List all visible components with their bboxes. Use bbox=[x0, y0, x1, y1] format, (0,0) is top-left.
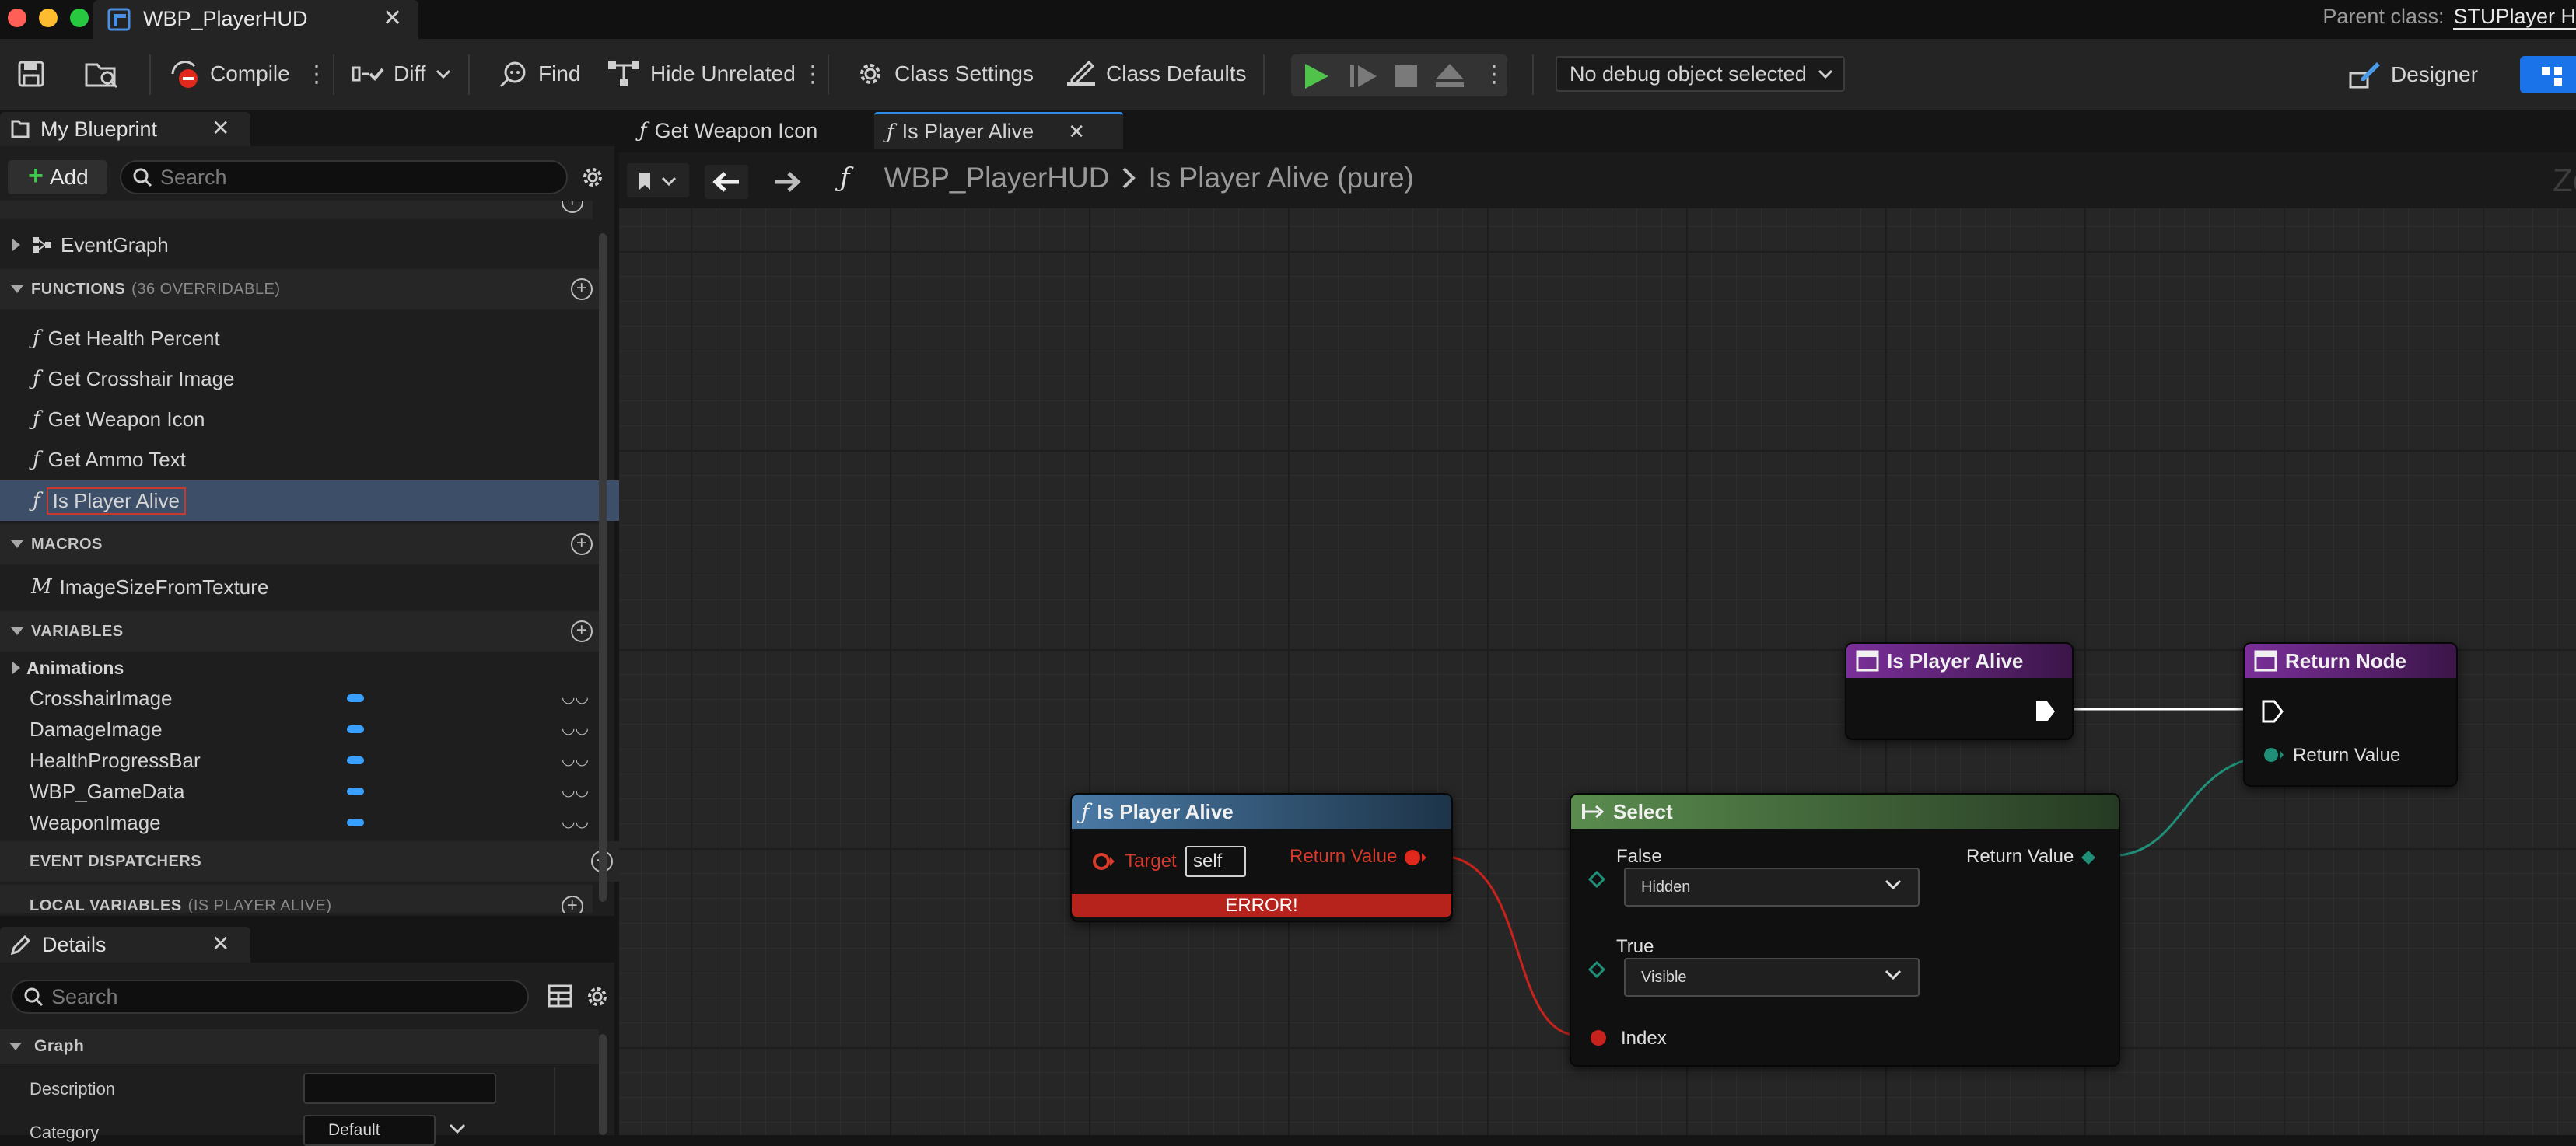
error-banner: ERROR! bbox=[1072, 894, 1451, 917]
node-header: Select bbox=[1571, 795, 2119, 829]
exec-output-pin[interactable] bbox=[2035, 700, 2056, 723]
return-value-input-pin[interactable] bbox=[2262, 746, 2285, 763]
false-input-pin[interactable] bbox=[1588, 871, 1605, 888]
chevron-down-icon bbox=[1885, 879, 1902, 890]
index-input-pin[interactable] bbox=[1588, 1028, 1608, 1048]
pin-label: Return Value bbox=[2293, 745, 2401, 766]
pin-label: Index bbox=[1621, 1028, 1667, 1049]
node-header: ƒ Is Player Alive bbox=[1072, 795, 1451, 829]
function-entry-icon bbox=[1856, 650, 1879, 672]
function-icon: ƒ bbox=[1081, 798, 1090, 825]
node-title: Return Node bbox=[2285, 648, 2406, 673]
chevron-down-icon bbox=[1885, 970, 1902, 980]
node-title: Is Player Alive bbox=[1097, 799, 1234, 823]
return-value-output-pin[interactable] bbox=[2080, 849, 2097, 866]
return-node-icon bbox=[2254, 650, 2277, 672]
select-node[interactable]: Select False Hidden True Visible Index R… bbox=[1570, 793, 2120, 1067]
target-value-field[interactable]: self bbox=[1185, 846, 1246, 877]
select-value: Visible bbox=[1641, 968, 1687, 986]
true-input-pin[interactable] bbox=[1588, 961, 1605, 978]
exec-input-pin[interactable] bbox=[2262, 700, 2284, 723]
function-entry-node[interactable]: Is Player Alive bbox=[1845, 642, 2074, 740]
pin-label: True bbox=[1616, 936, 1654, 957]
return-node[interactable]: Return Node Return Value bbox=[2243, 642, 2458, 787]
select-icon bbox=[1582, 804, 1605, 819]
function-call-node[interactable]: ƒ Is Player Alive Target self Return Val… bbox=[1070, 793, 1453, 922]
return-value-output-pin[interactable] bbox=[1403, 847, 1428, 868]
node-header: Is Player Alive bbox=[1846, 644, 2072, 678]
node-title: Select bbox=[1613, 799, 1673, 823]
false-value-select[interactable]: Hidden bbox=[1624, 868, 1920, 907]
bool-wire bbox=[1449, 855, 1580, 1037]
select-value: Hidden bbox=[1641, 878, 1691, 896]
node-header: Return Node bbox=[2245, 644, 2456, 678]
wires-layer bbox=[1449, 708, 2270, 1037]
target-input-pin[interactable] bbox=[1092, 851, 1117, 872]
true-value-select[interactable]: Visible bbox=[1624, 958, 1920, 997]
node-title: Is Player Alive bbox=[1887, 648, 2024, 673]
target-value: self bbox=[1193, 851, 1223, 872]
pin-label: Return Value bbox=[1966, 846, 2074, 867]
pin-label: Target bbox=[1125, 851, 1177, 872]
pin-label: False bbox=[1616, 846, 1662, 867]
pin-label: Return Value bbox=[1290, 846, 1398, 867]
